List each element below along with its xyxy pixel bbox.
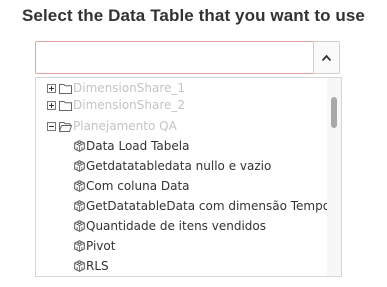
tree-item[interactable]: Pivot: [74, 236, 115, 256]
cube-icon: [74, 260, 85, 272]
cube-icon: [74, 140, 85, 152]
tree-item-label: RLS: [86, 259, 109, 273]
tree-item-label: Getdatatabledata nullo e vazio: [86, 159, 272, 173]
tree-folder-label: DimensionShare_1: [73, 81, 186, 95]
expand-toggle-icon[interactable]: [47, 100, 56, 110]
folder-open-icon: [59, 121, 72, 132]
caret-up-icon: [322, 54, 332, 61]
tree-folder-label: Planejamento QA: [73, 119, 177, 133]
expand-toggle-icon[interactable]: [47, 83, 56, 93]
data-table-dropdown[interactable]: DimensionShare_1 DimensionShare_2 Planej…: [35, 77, 342, 277]
page-title: Select the Data Table that you want to u…: [21, 6, 365, 25]
tree-folder-dimensionshare-2: DimensionShare_2: [47, 95, 185, 115]
tree-item[interactable]: Quantidade de itens vendidos: [74, 216, 266, 236]
cube-icon: [74, 180, 85, 192]
cube-icon: [74, 160, 85, 172]
tree-item-label: Pivot: [86, 239, 116, 253]
data-table-search-input[interactable]: [35, 41, 315, 74]
tree-item[interactable]: GetDatatableData com dimensão Tempo: [74, 196, 330, 216]
folder-icon: [59, 83, 72, 94]
dropdown-scrollbar[interactable]: [327, 78, 341, 276]
tree-folder-planejamento-qa: Planejamento QA: [47, 116, 177, 136]
tree-item[interactable]: Com coluna Data: [74, 176, 190, 196]
tree-folder-label: DimensionShare_2: [73, 98, 186, 112]
tree-item-label: Quantidade de itens vendidos: [86, 219, 266, 233]
scrollbar-thumb[interactable]: [331, 97, 337, 128]
tree-item-label: Com coluna Data: [86, 179, 190, 193]
tree-item[interactable]: RLS: [74, 256, 109, 276]
data-table-select[interactable]: [35, 41, 340, 74]
dropdown-toggle-button[interactable]: [313, 41, 340, 74]
tree-item-label: Data Load Tabela: [86, 139, 190, 153]
tree-item-label: GetDatatableData com dimensão Tempo: [86, 199, 331, 213]
cube-icon: [74, 240, 85, 252]
collapse-toggle-icon[interactable]: [47, 121, 56, 131]
tree-item[interactable]: Getdatatabledata nullo e vazio: [74, 156, 271, 176]
cube-icon: [74, 220, 85, 232]
cube-icon: [74, 200, 85, 212]
tree-item[interactable]: Data Load Tabela: [74, 136, 189, 156]
folder-icon: [59, 100, 72, 111]
